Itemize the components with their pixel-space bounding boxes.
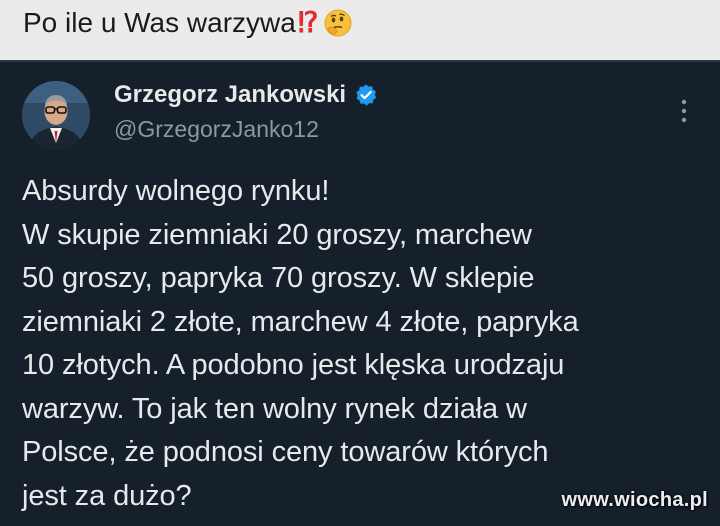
tweet-text: Absurdy wolnego rynku! W skupie ziemniak…: [22, 175, 579, 512]
tweet-card: Grzegorz Jankowski @GrzegorzJanko12 Absu…: [0, 60, 720, 526]
author-name-row[interactable]: Grzegorz Jankowski: [114, 80, 378, 110]
post-caption-bar: Po ile u Was warzywa ⁉: [0, 0, 720, 60]
watermark: www.wiocha.pl: [561, 489, 708, 511]
author-handle[interactable]: @GrzegorzJanko12: [114, 114, 319, 144]
more-options-icon[interactable]: [676, 96, 692, 126]
caption-text: Po ile u Was warzywa: [23, 7, 296, 38]
avatar[interactable]: [22, 81, 90, 149]
verified-badge-icon: [356, 84, 377, 106]
author-name[interactable]: Grzegorz Jankowski: [114, 80, 346, 110]
post-caption: Po ile u Was warzywa ⁉: [23, 6, 352, 40]
thinking-face-icon: [324, 9, 352, 37]
double-exclamation-question-icon: ⁉: [297, 7, 318, 38]
